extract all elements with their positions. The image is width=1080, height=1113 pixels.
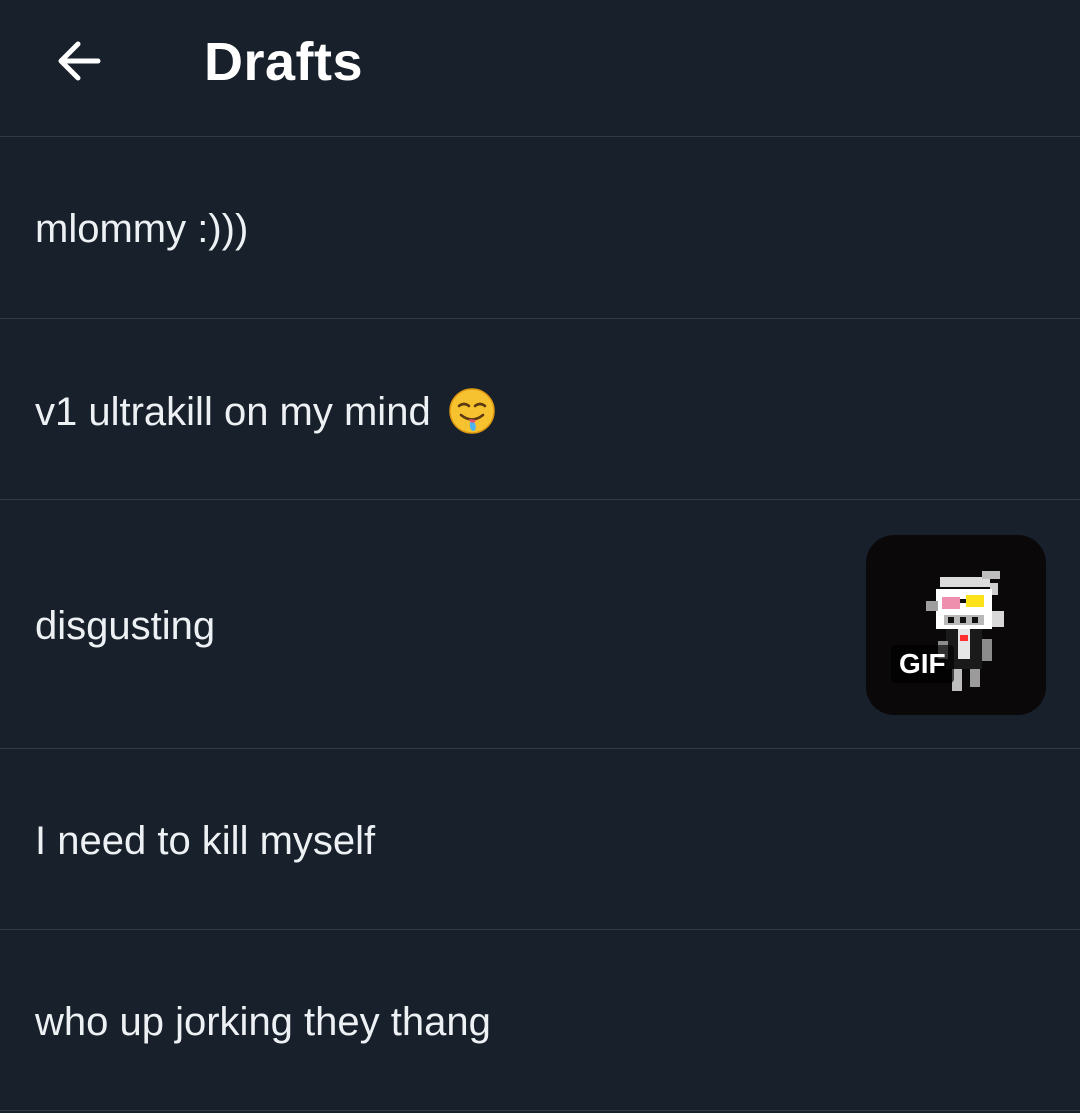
draft-item[interactable]: v1 ultrakill on my mind bbox=[0, 319, 1080, 500]
gif-badge: GIF bbox=[891, 645, 954, 683]
draft-text: who up jorking they thang bbox=[35, 1000, 491, 1044]
draft-item[interactable]: who up jorking they thang bbox=[0, 930, 1080, 1111]
draft-item[interactable]: disgusting GIF bbox=[0, 500, 1080, 749]
page-title: Drafts bbox=[204, 32, 364, 92]
draft-text-line: v1 ultrakill on my mind bbox=[35, 387, 496, 436]
header-bar: Drafts bbox=[0, 0, 1080, 137]
gif-thumbnail[interactable]: GIF bbox=[866, 535, 1046, 715]
arrow-left-icon bbox=[58, 41, 101, 81]
draft-item[interactable]: mlommy :))) bbox=[0, 137, 1080, 319]
draft-text: mlommy :))) bbox=[35, 207, 249, 251]
draft-item[interactable]: I need to kill myself bbox=[0, 749, 1080, 930]
draft-text: disgusting bbox=[35, 604, 216, 648]
draft-text: I need to kill myself bbox=[35, 819, 376, 863]
drooling-face-emoji-icon bbox=[448, 387, 496, 435]
back-button[interactable] bbox=[44, 26, 114, 96]
draft-text: v1 ultrakill on my mind bbox=[35, 390, 431, 434]
